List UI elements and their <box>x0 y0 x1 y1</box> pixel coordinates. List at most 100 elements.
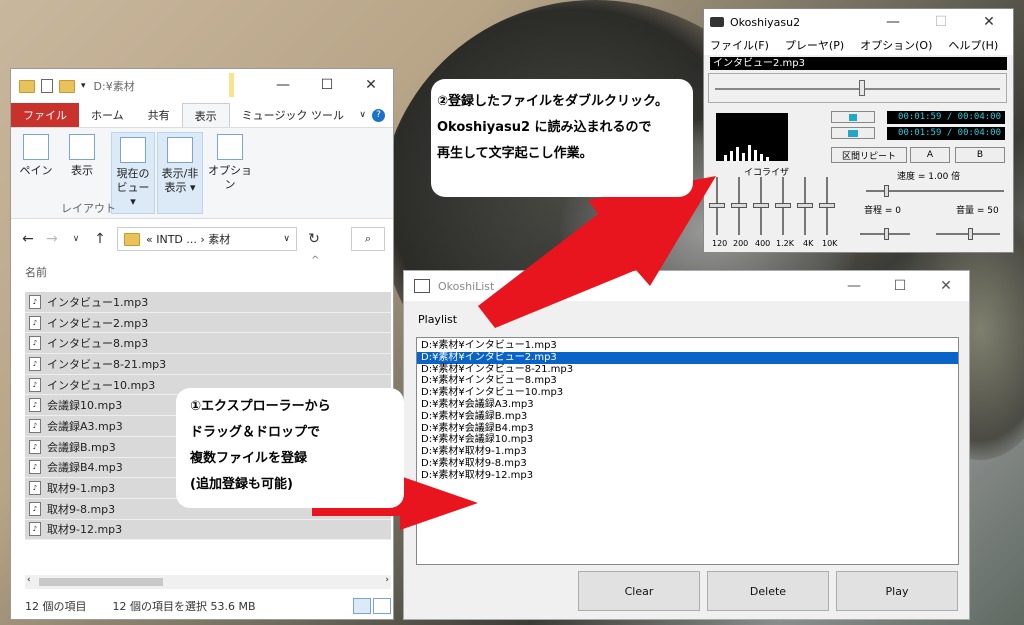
show-hide-button[interactable]: 表示/非 表示 ▾ <box>157 132 203 214</box>
minimize-icon[interactable]: — <box>261 69 305 101</box>
playlist-item[interactable]: D:¥素材¥インタビュー8.mp3 <box>417 375 958 387</box>
window-controls: — ☐ ✕ <box>261 69 393 101</box>
window-title: D:¥素材 <box>93 80 135 93</box>
minimize-icon[interactable]: — <box>869 9 917 35</box>
back-icon[interactable]: ← <box>21 231 35 247</box>
eq-slider-400[interactable] <box>753 177 769 235</box>
okoshiyasu-window: Okoshiyasu2 — ☐ ✕ ファイル(F) プレーヤ(P) オプション(… <box>703 8 1014 253</box>
sort-up-icon: ^ <box>311 255 320 266</box>
stop-button[interactable] <box>831 111 875 123</box>
new-folder-icon[interactable] <box>59 79 75 93</box>
playlist-item[interactable]: D:¥素材¥会議録B.mp3 <box>417 411 958 423</box>
tab-music-tools[interactable]: ミュージック ツール <box>230 103 356 127</box>
folder-icon[interactable] <box>19 79 35 93</box>
scrollbar-thumb[interactable] <box>39 578 163 586</box>
file-row[interactable]: ♪ 取材9-12.mp3 <box>25 519 391 541</box>
chevron-down-icon[interactable]: ▾ <box>81 81 86 91</box>
stop-icon <box>849 113 857 121</box>
okoshilist-title: OkoshiList <box>438 279 495 293</box>
refresh-icon[interactable]: ↻ <box>307 231 321 247</box>
ribbon: ペイン 表示 現在の ビュー ▾ 表示/非 表示 ▾ オプション レイアウト <box>11 128 393 219</box>
volume-slider[interactable] <box>936 228 1000 240</box>
playlist-item[interactable]: D:¥素材¥インタビュー1.mp3 <box>417 340 958 352</box>
playlist-item[interactable]: D:¥素材¥取材9-1.mp3 <box>417 446 958 458</box>
speed-slider[interactable] <box>866 185 1004 197</box>
menu-file[interactable]: ファイル(F) <box>710 37 769 53</box>
eq-slider-200[interactable] <box>731 177 747 235</box>
audio-file-icon: ♪ <box>29 336 41 351</box>
seek-knob[interactable] <box>859 80 865 96</box>
playlist-item[interactable]: D:¥素材¥会議録10.mp3 <box>417 434 958 446</box>
eq-slider-10k[interactable] <box>819 177 835 235</box>
file-row[interactable]: ♪ インタビュー1.mp3 <box>25 292 391 313</box>
pane-label: ペイン <box>19 164 53 177</box>
close-icon[interactable]: ✕ <box>923 271 969 301</box>
minimize-icon[interactable]: — <box>831 271 877 301</box>
section-repeat-button[interactable]: 区間リピート <box>831 147 907 163</box>
maximize-icon[interactable]: ☐ <box>917 9 965 35</box>
play-button[interactable]: Play <box>836 571 958 611</box>
chevron-down-icon[interactable]: ∨ <box>283 234 290 244</box>
file-name: インタビュー2.mp3 <box>47 316 149 330</box>
music-tools-highlight <box>229 73 234 97</box>
eq-slider-4k[interactable] <box>797 177 813 235</box>
b-point-button[interactable]: B <box>955 147 1005 163</box>
address-bar[interactable]: « INTD ... › 素材 ∨ <box>117 227 297 251</box>
file-row[interactable]: ♪ インタビュー2.mp3 <box>25 312 391 334</box>
file-row[interactable]: ♪ インタビュー8-21.mp3 <box>25 354 391 375</box>
menu-options[interactable]: オプション(O) <box>860 37 932 53</box>
file-row[interactable]: ♪ インタビュー8.mp3 <box>25 333 391 355</box>
playlist-item[interactable]: D:¥素材¥取材9-8.mp3 <box>417 458 958 470</box>
playlist-item[interactable]: D:¥素材¥インタビュー8-21.mp3 <box>417 364 958 376</box>
recent-chevron-icon[interactable]: ∨ <box>69 234 83 244</box>
playlist-item[interactable]: D:¥素材¥会議録B4.mp3 <box>417 423 958 435</box>
close-icon[interactable]: ✕ <box>965 9 1013 35</box>
freq-label: 200 <box>733 239 749 248</box>
current-file-display: インタビュー2.mp3 <box>710 57 1007 70</box>
scroll-left-icon[interactable]: ‹ <box>27 575 31 585</box>
current-view-button[interactable]: 現在の ビュー ▾ <box>111 132 155 214</box>
ribbon-tabs: ファイル ホーム 共有 表示 ミュージック ツール ∨ ? <box>11 103 393 128</box>
pane-button[interactable]: ペイン <box>19 134 53 178</box>
maximize-icon[interactable]: ☐ <box>877 271 923 301</box>
playlist-listbox[interactable]: D:¥素材¥インタビュー1.mp3 D:¥素材¥インタビュー2.mp3 D:¥素材¥… <box>416 337 959 565</box>
rewind-button[interactable] <box>831 127 875 139</box>
column-header-name[interactable]: 名前 ^ <box>11 255 393 285</box>
eq-slider-120[interactable] <box>709 177 725 235</box>
horizontal-scrollbar[interactable]: ‹ › <box>25 575 391 589</box>
explorer-titlebar: ▾ D:¥素材 — ☐ ✕ <box>11 69 393 103</box>
menu-help[interactable]: ヘルプ(H) <box>948 37 998 53</box>
clear-button[interactable]: Clear <box>578 571 700 611</box>
scroll-right-icon[interactable]: › <box>385 575 389 585</box>
search-input[interactable]: ⌕ <box>351 227 385 251</box>
tab-file[interactable]: ファイル <box>11 103 79 127</box>
playlist-item[interactable]: D:¥素材¥取材9-12.mp3 <box>417 470 958 482</box>
options-button[interactable]: オプション <box>207 134 253 192</box>
tab-share[interactable]: 共有 <box>136 103 182 127</box>
tab-home[interactable]: ホーム <box>79 103 136 127</box>
eq-slider-1-2k[interactable] <box>775 177 791 235</box>
a-point-button[interactable]: A <box>910 147 950 163</box>
okoshilist-titlebar: OkoshiList — ☐ ✕ <box>404 271 969 301</box>
chevron-down-icon[interactable]: ∨ <box>359 110 366 120</box>
time-display-2: 00:01:59 / 00:04:00 <box>887 127 1005 140</box>
playlist-item[interactable]: D:¥素材¥会議録A3.mp3 <box>417 399 958 411</box>
properties-icon[interactable] <box>41 79 53 93</box>
pitch-slider[interactable] <box>860 228 910 240</box>
display-button[interactable]: 表示 <box>65 134 99 178</box>
playlist-item[interactable]: D:¥素材¥インタビュー10.mp3 <box>417 387 958 399</box>
maximize-icon[interactable]: ☐ <box>305 69 349 101</box>
seek-bar[interactable] <box>708 73 1007 103</box>
forward-icon[interactable]: → <box>45 231 59 247</box>
playlist-item[interactable]: D:¥素材¥インタビュー2.mp3 <box>417 351 958 364</box>
large-icons-view-icon[interactable] <box>373 598 391 614</box>
delete-button[interactable]: Delete <box>707 571 829 611</box>
details-view-icon[interactable] <box>353 598 371 614</box>
up-icon[interactable]: ↑ <box>93 231 107 247</box>
tab-view[interactable]: 表示 <box>181 103 230 127</box>
help-icon[interactable]: ? <box>372 108 385 122</box>
close-icon[interactable]: ✕ <box>349 69 393 101</box>
menu-player[interactable]: プレーヤ(P) <box>785 37 844 53</box>
audio-file-icon: ♪ <box>29 294 41 309</box>
display-label: 表示 <box>71 164 93 177</box>
